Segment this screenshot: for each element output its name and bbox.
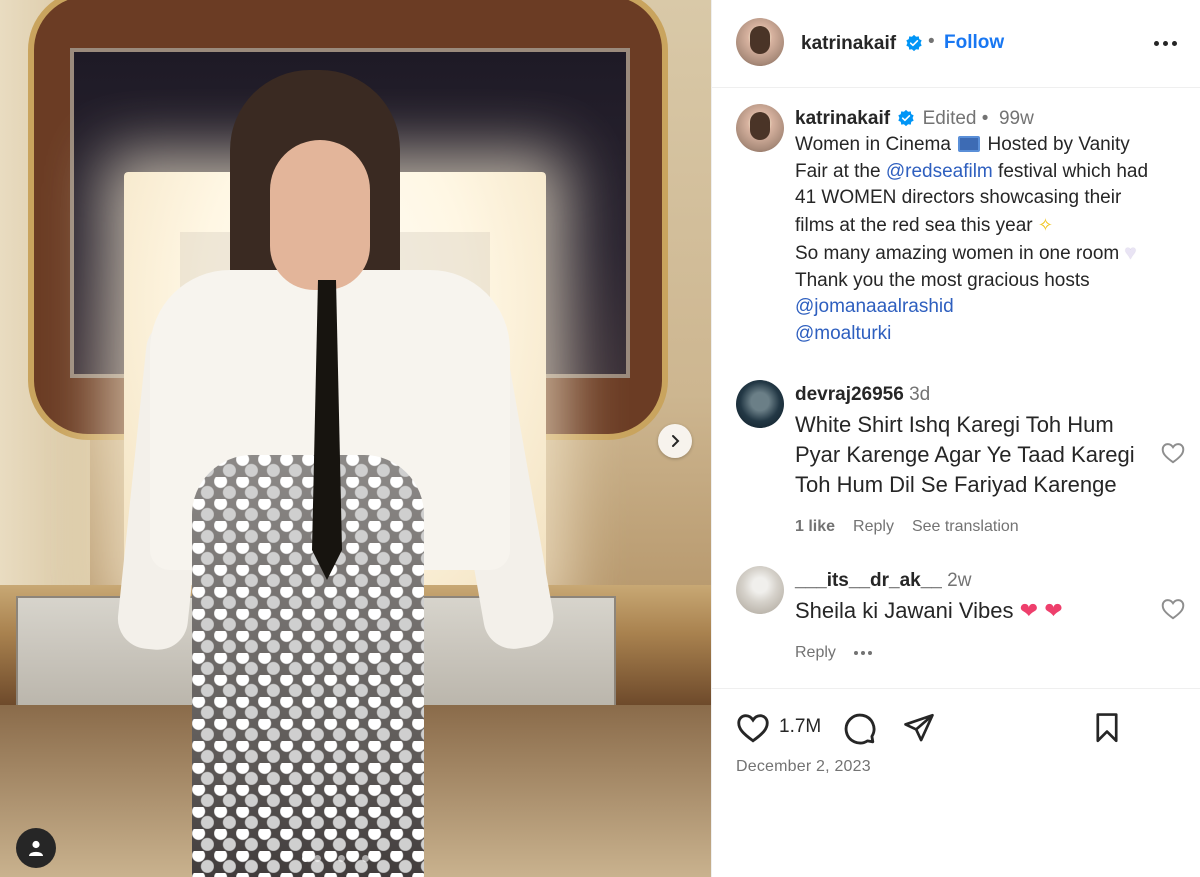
person-sequin-skirt [192, 455, 424, 877]
comment-like-count[interactable]: 1 like [795, 518, 835, 536]
carousel-dot[interactable] [302, 855, 309, 862]
caption-text: Thank you the most gracious hosts [795, 269, 1090, 291]
caption-text: films at the red sea this year [795, 215, 1033, 237]
user-tag-button[interactable] [16, 828, 56, 868]
caption-text: 41 WOMEN directors showcasing their [795, 187, 1122, 209]
caption-text: Hosted by Vanity [987, 134, 1130, 155]
commenter-username[interactable]: ___its__dr_ak__ [795, 570, 942, 591]
post-side-panel: katrinakaif • Follow katrinakaif Edited … [711, 0, 1200, 877]
caption-age: 99w [998, 108, 1034, 129]
share-icon [904, 713, 934, 742]
post-date: December 2, 2023 [736, 758, 871, 775]
dizzy-emoji-icon: ✧ [1037, 215, 1053, 236]
mention-link[interactable]: @jomanaaalrashid [795, 296, 954, 317]
comment-age: 2w [947, 570, 972, 591]
comment-text-line: White Shirt Ishq Karegi Toh Hum [795, 412, 1114, 437]
comment-icon [844, 713, 876, 745]
reply-button[interactable]: Reply [853, 518, 894, 536]
carousel-dot[interactable] [314, 855, 321, 862]
commenter-username[interactable]: devraj26956 [795, 384, 904, 405]
carousel-dot[interactable] [326, 855, 333, 862]
share-button[interactable] [900, 709, 938, 747]
see-translation-button[interactable]: See translation [912, 518, 1019, 536]
like-count[interactable]: 1.7M [779, 716, 821, 738]
comment-button[interactable] [840, 709, 878, 747]
comment-text: White Shirt Ishq Karegi Toh Hum Pyar Kar… [795, 410, 1155, 500]
mention-link[interactable]: @redseafilm [886, 161, 993, 182]
caption-text: So many amazing women in one room [795, 242, 1120, 264]
edited-label: Edited [922, 108, 977, 129]
chevron-right-icon [672, 435, 680, 447]
comment-text-line: Sheila ki Jawani Vibes [795, 598, 1014, 623]
mention-link[interactable]: @moalturki [795, 323, 891, 344]
like-button[interactable] [734, 709, 772, 747]
commenter-avatar[interactable] [736, 380, 784, 428]
pink-heart-emoji-icon: ❤ [1044, 598, 1063, 623]
heart-icon [737, 714, 769, 743]
reply-button[interactable]: Reply [795, 644, 836, 662]
save-button[interactable] [1088, 709, 1126, 747]
caption-text: Women in Cinema [795, 134, 951, 155]
comment-more-options-icon[interactable] [853, 651, 872, 655]
post-header: katrinakaif • Follow [712, 0, 1200, 88]
person [114, 70, 580, 877]
post-photo[interactable] [0, 0, 711, 877]
more-options-button[interactable] [1149, 30, 1181, 56]
pink-heart-emoji-icon: ❤ [1019, 598, 1039, 623]
caption-text: festival which had [998, 160, 1149, 182]
carousel-dots [302, 855, 369, 862]
carousel-dot[interactable] [338, 855, 345, 862]
commenter-avatar[interactable] [736, 566, 784, 614]
comment-text-line: Pyar Karenge Agar Ye Taad Karegi [795, 442, 1135, 467]
action-bar: 1.7M December 2, 2023 [712, 688, 1200, 877]
comment-age: 3d [909, 384, 931, 405]
white-heart-emoji-icon: ♥ [1124, 241, 1137, 264]
caption-author-avatar[interactable] [736, 104, 784, 152]
heart-icon[interactable] [1160, 596, 1186, 622]
next-slide-button[interactable] [658, 424, 692, 458]
comment-text: Sheila ki Jawani Vibes ❤ ❤ [795, 596, 1155, 626]
caption-text: Fair at the [795, 160, 881, 182]
person-face [270, 140, 370, 290]
caption-username[interactable]: katrinakaif [795, 108, 890, 129]
verified-badge-icon [898, 109, 914, 127]
user-tag-icon [29, 840, 43, 856]
follow-button[interactable]: Follow [944, 32, 1004, 54]
separator-dot: • [981, 108, 989, 129]
film-frames-emoji-icon [958, 136, 981, 152]
author-username[interactable]: katrinakaif [801, 33, 896, 55]
bookmark-icon [1096, 713, 1118, 743]
separator-dot: • [928, 31, 935, 52]
author-avatar[interactable] [736, 18, 784, 66]
carousel-dot[interactable] [350, 855, 357, 862]
heart-icon[interactable] [1160, 440, 1186, 466]
more-options-icon [1153, 40, 1159, 46]
comment-text-line: Toh Hum Dil Se Fariyad Karenge [795, 472, 1117, 497]
carousel-dot[interactable] [362, 855, 369, 862]
verified-badge-icon [906, 34, 922, 52]
